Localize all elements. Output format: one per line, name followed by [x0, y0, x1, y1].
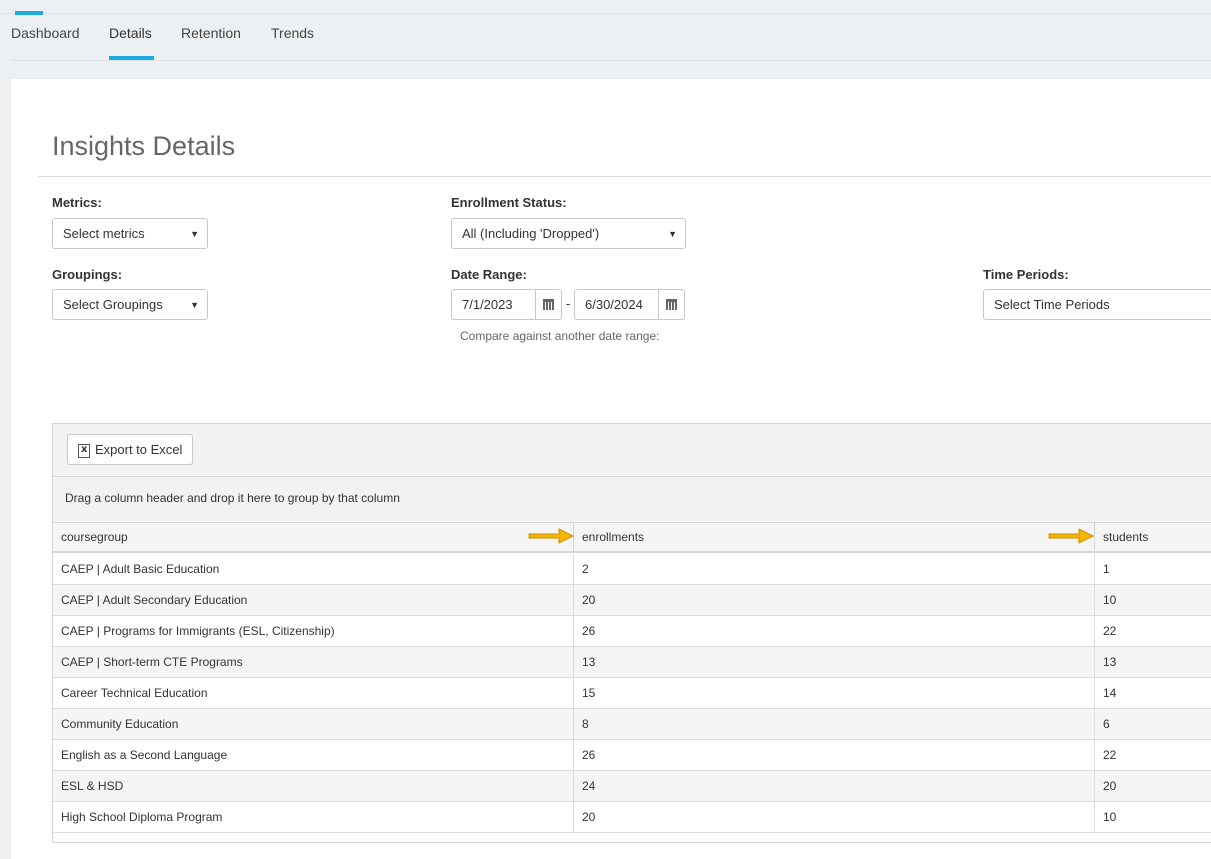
- excel-file-icon: [78, 444, 90, 458]
- table-row[interactable]: CAEP | Programs for Immigrants (ESL, Cit…: [53, 616, 1211, 647]
- tab-trends[interactable]: Trends: [271, 25, 314, 41]
- metrics-select[interactable]: Select metrics ▼: [52, 218, 208, 249]
- start-date-field[interactable]: 7/1/2023: [451, 289, 562, 320]
- table-row[interactable]: English as a Second Language 26 22: [53, 740, 1211, 771]
- table-cell-students: 1: [1103, 562, 1110, 576]
- grid-header-row: coursegroup enrollments students: [53, 523, 1211, 553]
- export-to-excel-button[interactable]: Export to Excel: [67, 434, 193, 465]
- table-cell-coursegroup: English as a Second Language: [53, 740, 574, 771]
- tab-retention[interactable]: Retention: [181, 25, 241, 41]
- end-date-value: 6/30/2024: [585, 297, 643, 312]
- table-row[interactable]: Community Education 8 6: [53, 709, 1211, 740]
- metrics-select-value: Select metrics: [63, 226, 145, 241]
- table-cell-enrollments: 13: [574, 647, 1095, 678]
- tab-bar-divider: [11, 60, 1211, 61]
- date-range-label: Date Range:: [451, 267, 527, 282]
- table-cell-students: 22: [1103, 624, 1117, 638]
- caret-down-icon: ▼: [668, 229, 677, 239]
- tab-dashboard[interactable]: Dashboard: [11, 25, 80, 41]
- column-header-coursegroup[interactable]: coursegroup: [53, 523, 574, 553]
- time-periods-label: Time Periods:: [983, 267, 1069, 282]
- table-cell-students: 13: [1103, 655, 1117, 669]
- table-row[interactable]: Career Technical Education 15 14: [53, 678, 1211, 709]
- table-cell-enrollments: 26: [574, 740, 1095, 771]
- calendar-icon: [543, 299, 554, 310]
- enrollment-status-label: Enrollment Status:: [451, 195, 567, 210]
- table-cell-coursegroup: CAEP | Programs for Immigrants (ESL, Cit…: [53, 616, 574, 647]
- annotation-arrow-icon: [528, 528, 575, 544]
- table-cell-students: 20: [1103, 779, 1117, 793]
- metrics-label: Metrics:: [52, 195, 102, 210]
- table-cell-enrollments: 8: [574, 709, 1095, 740]
- groupings-select[interactable]: Select Groupings ▼: [52, 289, 208, 320]
- column-header-label: students: [1103, 530, 1149, 544]
- end-date-picker-button[interactable]: [658, 290, 684, 319]
- caret-down-icon: ▼: [190, 300, 199, 310]
- table-row[interactable]: CAEP | Short-term CTE Programs 13 13: [53, 647, 1211, 678]
- table-cell-students: 10: [1103, 810, 1117, 824]
- table-cell-students: 22: [1103, 748, 1117, 762]
- group-by-hint: Drag a column header and drop it here to…: [65, 491, 400, 505]
- table-cell-coursegroup: ESL & HSD: [53, 771, 574, 802]
- table-cell-coursegroup: High School Diploma Program: [53, 802, 574, 833]
- page-title: Insights Details: [52, 131, 236, 161]
- export-button-label: Export to Excel: [95, 442, 183, 457]
- time-periods-select[interactable]: Select Time Periods: [983, 289, 1211, 320]
- title-divider: [38, 176, 1211, 177]
- table-cell-students: 6: [1103, 717, 1110, 731]
- groupings-label: Groupings:: [52, 267, 123, 282]
- group-by-drop-zone[interactable]: Drag a column header and drop it here to…: [53, 477, 1211, 523]
- table-row[interactable]: High School Diploma Program 20 10: [53, 802, 1211, 833]
- table-cell-enrollments: 15: [574, 678, 1095, 709]
- end-date-field[interactable]: 6/30/2024: [574, 289, 685, 320]
- caret-down-icon: ▼: [190, 229, 199, 239]
- table-cell-coursegroup: CAEP | Short-term CTE Programs: [53, 647, 574, 678]
- table-row[interactable]: ESL & HSD 24 20: [53, 771, 1211, 802]
- table-row[interactable]: CAEP | Adult Secondary Education 20 10: [53, 585, 1211, 616]
- groupings-select-value: Select Groupings: [63, 297, 163, 312]
- column-header-label: coursegroup: [61, 530, 128, 544]
- column-header-students[interactable]: students: [1095, 523, 1211, 553]
- calendar-icon: [666, 299, 677, 310]
- table-cell-enrollments: 26: [574, 616, 1095, 647]
- table-cell-enrollments: 2: [574, 554, 1095, 585]
- table-cell-enrollments: 20: [574, 802, 1095, 833]
- enrollment-status-value: All (Including 'Dropped'): [462, 226, 600, 241]
- start-date-value: 7/1/2023: [462, 297, 513, 312]
- column-header-enrollments[interactable]: enrollments: [574, 523, 1095, 553]
- table-cell-coursegroup: CAEP | Adult Basic Education: [53, 554, 574, 585]
- tab-details[interactable]: Details: [109, 25, 152, 41]
- column-header-label: enrollments: [582, 530, 645, 544]
- start-date-picker-button[interactable]: [535, 290, 561, 319]
- enrollment-status-select[interactable]: All (Including 'Dropped') ▼: [451, 218, 686, 249]
- tab-bar: Dashboard Details Retention Trends: [0, 14, 1211, 60]
- table-cell-students: 10: [1103, 593, 1117, 607]
- grid-toolbar: Export to Excel: [53, 424, 1211, 477]
- table-cell-enrollments: 24: [574, 771, 1095, 802]
- table-cell-students: 14: [1103, 686, 1117, 700]
- table-cell-coursegroup: Career Technical Education: [53, 678, 574, 709]
- table-cell-coursegroup: CAEP | Adult Secondary Education: [53, 585, 574, 616]
- date-range-separator: -: [566, 296, 571, 311]
- data-grid: Export to Excel Drag a column header and…: [52, 423, 1211, 843]
- annotation-arrow-icon: [1048, 528, 1095, 544]
- table-cell-enrollments: 20: [574, 585, 1095, 616]
- table-cell-coursegroup: Community Education: [53, 709, 574, 740]
- table-row[interactable]: CAEP | Adult Basic Education 2 1: [53, 554, 1211, 585]
- time-periods-value: Select Time Periods: [994, 297, 1110, 312]
- compare-date-range-link[interactable]: Compare against another date range:: [460, 329, 659, 343]
